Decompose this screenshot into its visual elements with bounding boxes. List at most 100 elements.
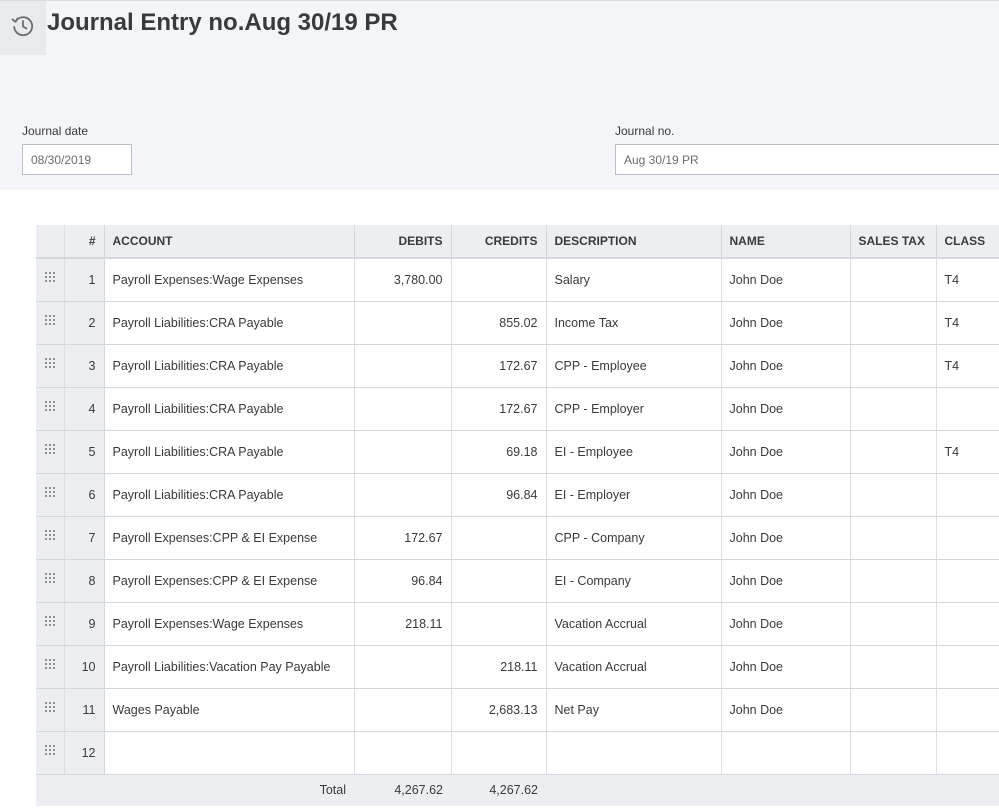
cell-class[interactable] <box>936 473 999 517</box>
drag-handle-icon[interactable] <box>44 573 56 588</box>
cell-description[interactable]: CPP - Employee <box>546 344 722 388</box>
cell-account[interactable]: Payroll Liabilities:CRA Payable <box>104 387 355 431</box>
cell-name[interactable]: John Doe <box>721 387 851 431</box>
cell-account[interactable]: Payroll Expenses:Wage Expenses <box>104 258 355 302</box>
cell-credits[interactable]: 69.18 <box>451 430 547 474</box>
cell-name[interactable]: John Doe <box>721 602 851 646</box>
table-row[interactable]: 9 Payroll Expenses:Wage Expenses 218.11 Vac… <box>36 602 999 646</box>
cell-name[interactable]: John Doe <box>721 559 851 603</box>
row-drag-handle[interactable] <box>36 473 65 517</box>
row-drag-handle[interactable] <box>36 344 65 388</box>
cell-debits[interactable] <box>354 473 452 517</box>
cell-name[interactable]: John Doe <box>721 430 851 474</box>
cell-name[interactable]: John Doe <box>721 301 851 345</box>
journal-date-input[interactable] <box>22 144 132 175</box>
cell-class[interactable]: T4 <box>936 258 999 302</box>
drag-handle-icon[interactable] <box>44 358 56 373</box>
cell-description[interactable]: Vacation Accrual <box>546 602 722 646</box>
row-drag-handle[interactable] <box>36 387 65 431</box>
cell-account[interactable]: Payroll Expenses:Wage Expenses <box>104 602 355 646</box>
row-drag-handle[interactable] <box>36 688 65 732</box>
cell-credits[interactable] <box>451 731 547 775</box>
drag-handle-icon[interactable] <box>44 530 56 545</box>
cell-sales-tax[interactable] <box>850 258 937 302</box>
cell-class[interactable]: T4 <box>936 344 999 388</box>
row-drag-handle[interactable] <box>36 516 65 560</box>
cell-description[interactable]: Net Pay <box>546 688 722 732</box>
cell-account[interactable]: Wages Payable <box>104 688 355 732</box>
cell-sales-tax[interactable] <box>850 473 937 517</box>
table-row[interactable]: 7 Payroll Expenses:CPP & EI Expense 172.67… <box>36 516 999 560</box>
drag-handle-icon[interactable] <box>44 745 56 760</box>
drag-handle-icon[interactable] <box>44 487 56 502</box>
cell-credits[interactable]: 2,683.13 <box>451 688 547 732</box>
cell-description[interactable]: EI - Company <box>546 559 722 603</box>
cell-description[interactable]: Vacation Accrual <box>546 645 722 689</box>
cell-description[interactable]: Salary <box>546 258 722 302</box>
drag-handle-icon[interactable] <box>44 616 56 631</box>
cell-debits[interactable] <box>354 430 452 474</box>
cell-class[interactable] <box>936 387 999 431</box>
cell-debits[interactable]: 96.84 <box>354 559 452 603</box>
cell-name[interactable]: John Doe <box>721 258 851 302</box>
drag-handle-icon[interactable] <box>44 702 56 717</box>
cell-debits[interactable]: 172.67 <box>354 516 452 560</box>
row-drag-handle[interactable] <box>36 258 65 302</box>
cell-sales-tax[interactable] <box>850 731 937 775</box>
drag-handle-icon[interactable] <box>44 659 56 674</box>
cell-account[interactable]: Payroll Expenses:CPP & EI Expense <box>104 559 355 603</box>
cell-debits[interactable]: 3,780.00 <box>354 258 452 302</box>
cell-description[interactable]: EI - Employer <box>546 473 722 517</box>
table-row[interactable]: 8 Payroll Expenses:CPP & EI Expense 96.84 E… <box>36 559 999 603</box>
cell-credits[interactable]: 172.67 <box>451 344 547 388</box>
cell-name[interactable]: John Doe <box>721 688 851 732</box>
cell-sales-tax[interactable] <box>850 301 937 345</box>
table-row[interactable]: 6 Payroll Liabilities:CRA Payable 96.84 EI … <box>36 473 999 517</box>
cell-credits[interactable] <box>451 258 547 302</box>
table-row[interactable]: 1 Payroll Expenses:Wage Expenses 3,780.00 S… <box>36 258 999 302</box>
cell-sales-tax[interactable] <box>850 430 937 474</box>
table-row[interactable]: 10 Payroll Liabilities:Vacation Pay Payab… <box>36 645 999 689</box>
cell-name[interactable] <box>721 731 851 775</box>
row-drag-handle[interactable] <box>36 645 65 689</box>
row-drag-handle[interactable] <box>36 301 65 345</box>
cell-sales-tax[interactable] <box>850 559 937 603</box>
row-drag-handle[interactable] <box>36 602 65 646</box>
cell-credits[interactable]: 172.67 <box>451 387 547 431</box>
cell-account[interactable]: Payroll Liabilities:CRA Payable <box>104 344 355 388</box>
row-drag-handle[interactable] <box>36 559 65 603</box>
table-row[interactable]: 12 <box>36 731 999 775</box>
cell-description[interactable]: Income Tax <box>546 301 722 345</box>
cell-credits[interactable]: 218.11 <box>451 645 547 689</box>
table-row[interactable]: 2 Payroll Liabilities:CRA Payable 855.02 In… <box>36 301 999 345</box>
cell-credits[interactable] <box>451 516 547 560</box>
cell-credits[interactable]: 96.84 <box>451 473 547 517</box>
cell-account[interactable] <box>104 731 355 775</box>
cell-class[interactable] <box>936 602 999 646</box>
cell-sales-tax[interactable] <box>850 602 937 646</box>
cell-class[interactable] <box>936 559 999 603</box>
cell-description[interactable]: CPP - Employer <box>546 387 722 431</box>
row-drag-handle[interactable] <box>36 731 65 775</box>
cell-description[interactable]: CPP - Company <box>546 516 722 560</box>
cell-account[interactable]: Payroll Liabilities:CRA Payable <box>104 473 355 517</box>
table-row[interactable]: 5 Payroll Liabilities:CRA Payable 69.18 EI … <box>36 430 999 474</box>
table-row[interactable]: 4 Payroll Liabilities:CRA Payable 172.67 CP… <box>36 387 999 431</box>
cell-debits[interactable] <box>354 688 452 732</box>
cell-class[interactable] <box>936 731 999 775</box>
cell-credits[interactable]: 855.02 <box>451 301 547 345</box>
history-button[interactable] <box>0 1 46 55</box>
cell-description[interactable]: EI - Employee <box>546 430 722 474</box>
cell-credits[interactable] <box>451 602 547 646</box>
cell-account[interactable]: Payroll Liabilities:CRA Payable <box>104 301 355 345</box>
cell-name[interactable]: John Doe <box>721 645 851 689</box>
cell-name[interactable]: John Doe <box>721 344 851 388</box>
cell-sales-tax[interactable] <box>850 688 937 732</box>
table-row[interactable]: 11 Wages Payable 2,683.13 Net Pay John Doe <box>36 688 999 732</box>
cell-account[interactable]: Payroll Liabilities:CRA Payable <box>104 430 355 474</box>
cell-sales-tax[interactable] <box>850 645 937 689</box>
cell-account[interactable]: Payroll Liabilities:Vacation Pay Payable <box>104 645 355 689</box>
journal-no-input[interactable] <box>615 144 999 175</box>
cell-debits[interactable] <box>354 301 452 345</box>
cell-debits[interactable] <box>354 344 452 388</box>
